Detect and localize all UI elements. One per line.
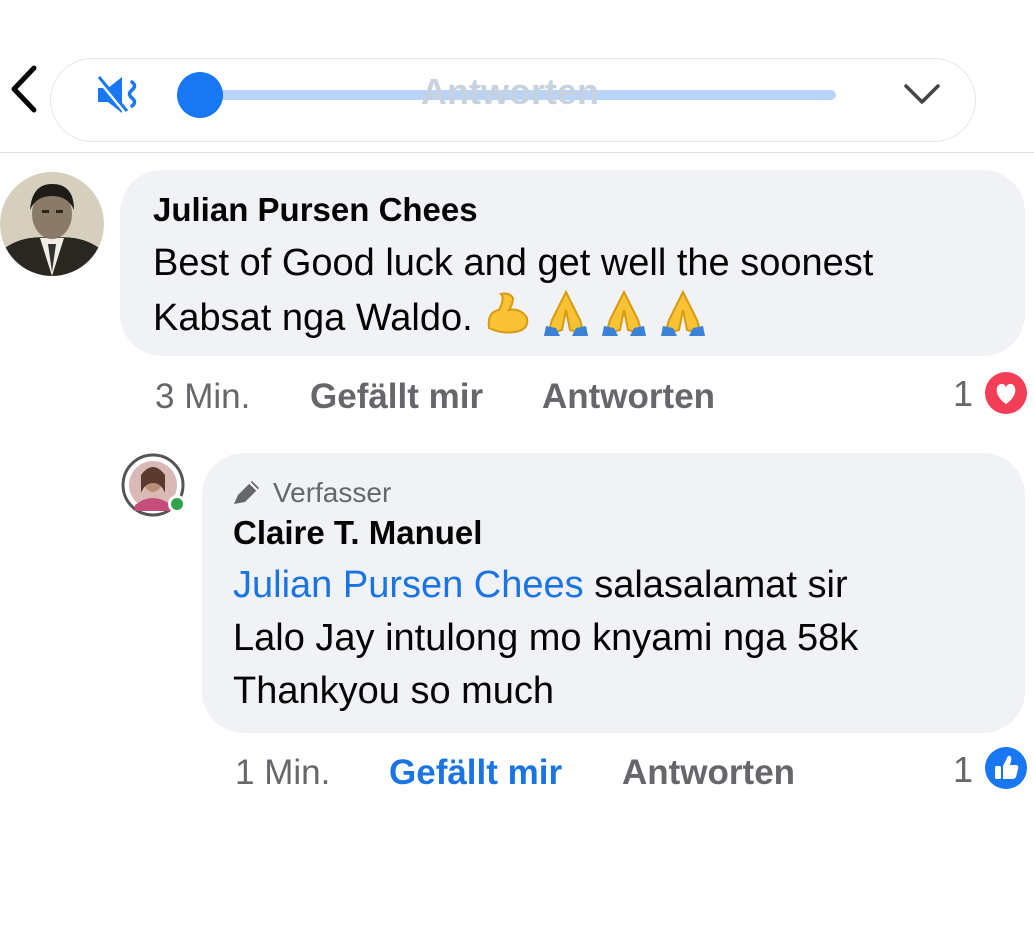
back-arrow-icon[interactable] <box>6 62 42 116</box>
avatar[interactable] <box>0 172 104 276</box>
progress-track[interactable] <box>200 90 836 100</box>
mention-link[interactable]: Julian Pursen Chees <box>233 564 584 606</box>
chevron-down-icon[interactable] <box>902 80 942 108</box>
reply-button[interactable]: Antworten <box>622 753 795 793</box>
muted-speaker-icon[interactable] <box>96 74 146 116</box>
comment-time[interactable]: 1 Min. <box>235 753 330 793</box>
folded-hands-emoji <box>602 290 647 336</box>
comment-text-line-2: Kabsat nga Waldo. <box>153 290 707 345</box>
like-button[interactable]: Gefällt mir <box>310 377 483 417</box>
comment-author[interactable]: Julian Pursen Chees <box>153 190 478 230</box>
folded-hands-emoji <box>660 290 705 336</box>
comment-text-line-1: Julian Pursen Chees salasalamat sir <box>233 559 848 612</box>
comment-text-line: Lalo Jay intulong mo knyami nga 58k <box>233 617 859 659</box>
flexed-biceps-emoji <box>487 292 529 334</box>
reply-button[interactable]: Antworten <box>542 377 715 417</box>
author-badge: Verfasser <box>273 477 392 508</box>
reaction-count[interactable]: 1 <box>953 750 973 790</box>
like-reaction-icon[interactable] <box>984 746 1028 790</box>
divider <box>0 152 1034 153</box>
like-button[interactable]: Gefällt mir <box>389 753 562 793</box>
folded-hands-emoji <box>543 290 588 336</box>
comment-text-line: Best of Good luck and get well the soone… <box>153 242 874 284</box>
pen-icon <box>234 481 259 504</box>
comment-text-line: salasalamat sir <box>583 564 848 606</box>
comment-text-line: Kabsat nga Waldo. <box>153 297 473 339</box>
progress-thumb[interactable] <box>177 72 223 118</box>
comment-text-line: Thankyou so much <box>233 670 555 712</box>
reaction-count[interactable]: 1 <box>953 374 973 414</box>
heart-reaction-icon[interactable] <box>984 371 1028 415</box>
comment-author[interactable]: Claire T. Manuel <box>233 513 482 553</box>
comment-time[interactable]: 3 Min. <box>155 377 250 417</box>
online-status-indicator <box>168 495 186 513</box>
